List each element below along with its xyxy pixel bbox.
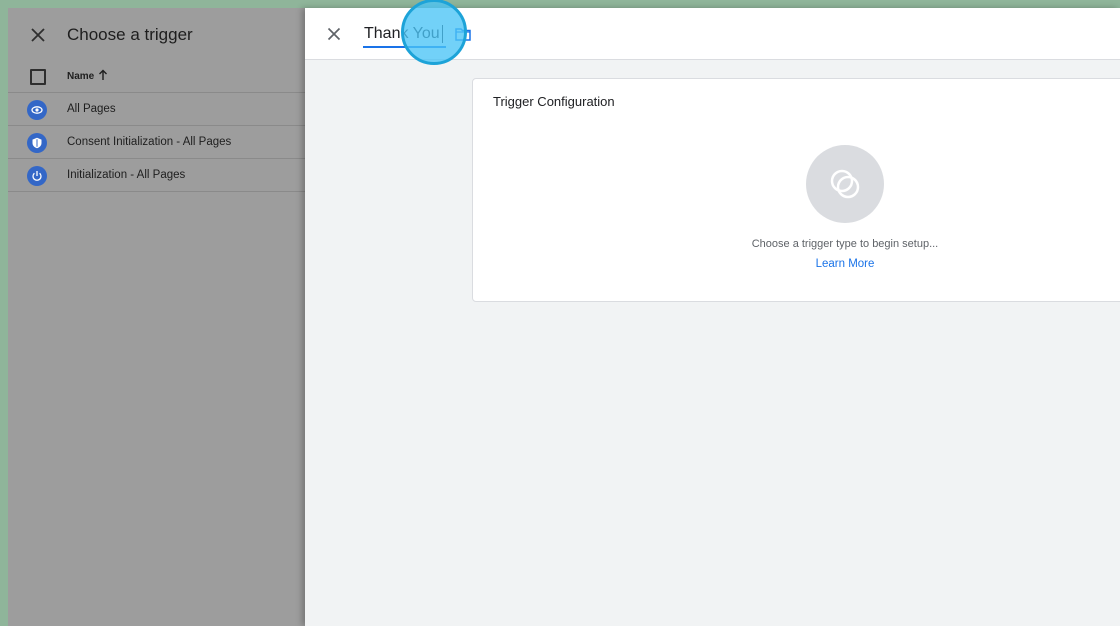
power-icon [27, 166, 47, 186]
trigger-editor-panel: Trigger Configuration Choose a trigger t… [305, 0, 1120, 626]
trigger-type-placeholder[interactable] [806, 145, 884, 223]
select-all-checkbox[interactable] [30, 69, 46, 85]
shield-icon [27, 133, 47, 153]
setup-hint: Choose a trigger type to begin setup... [751, 238, 939, 250]
trigger-row-all-pages[interactable]: All Pages [8, 93, 305, 126]
click-indicator [401, 0, 467, 65]
trigger-row-consent-initialization[interactable]: Consent Initialization - All Pages [8, 126, 305, 159]
trigger-editor-header [305, 0, 1120, 65]
sort-ascending-icon[interactable] [98, 69, 108, 81]
trigger-row-label: Consent Initialization - All Pages [67, 136, 232, 148]
choose-trigger-title: Choose a trigger [67, 25, 193, 44]
trigger-list-header: Name [8, 64, 305, 93]
trigger-row-label: Initialization - All Pages [67, 169, 186, 181]
eye-icon [27, 100, 47, 120]
choose-trigger-header: Choose a trigger [8, 8, 305, 64]
trigger-configuration-card[interactable]: Trigger Configuration Choose a trigger t… [472, 78, 1120, 302]
close-icon[interactable] [325, 25, 343, 43]
trigger-icon [830, 169, 860, 199]
card-title: Trigger Configuration [493, 94, 615, 109]
learn-more-link[interactable]: Learn More [773, 258, 917, 270]
name-column-header[interactable]: Name [67, 71, 94, 82]
close-icon[interactable] [28, 25, 48, 45]
trigger-row-label: All Pages [67, 103, 116, 115]
trigger-row-initialization[interactable]: Initialization - All Pages [8, 159, 305, 192]
